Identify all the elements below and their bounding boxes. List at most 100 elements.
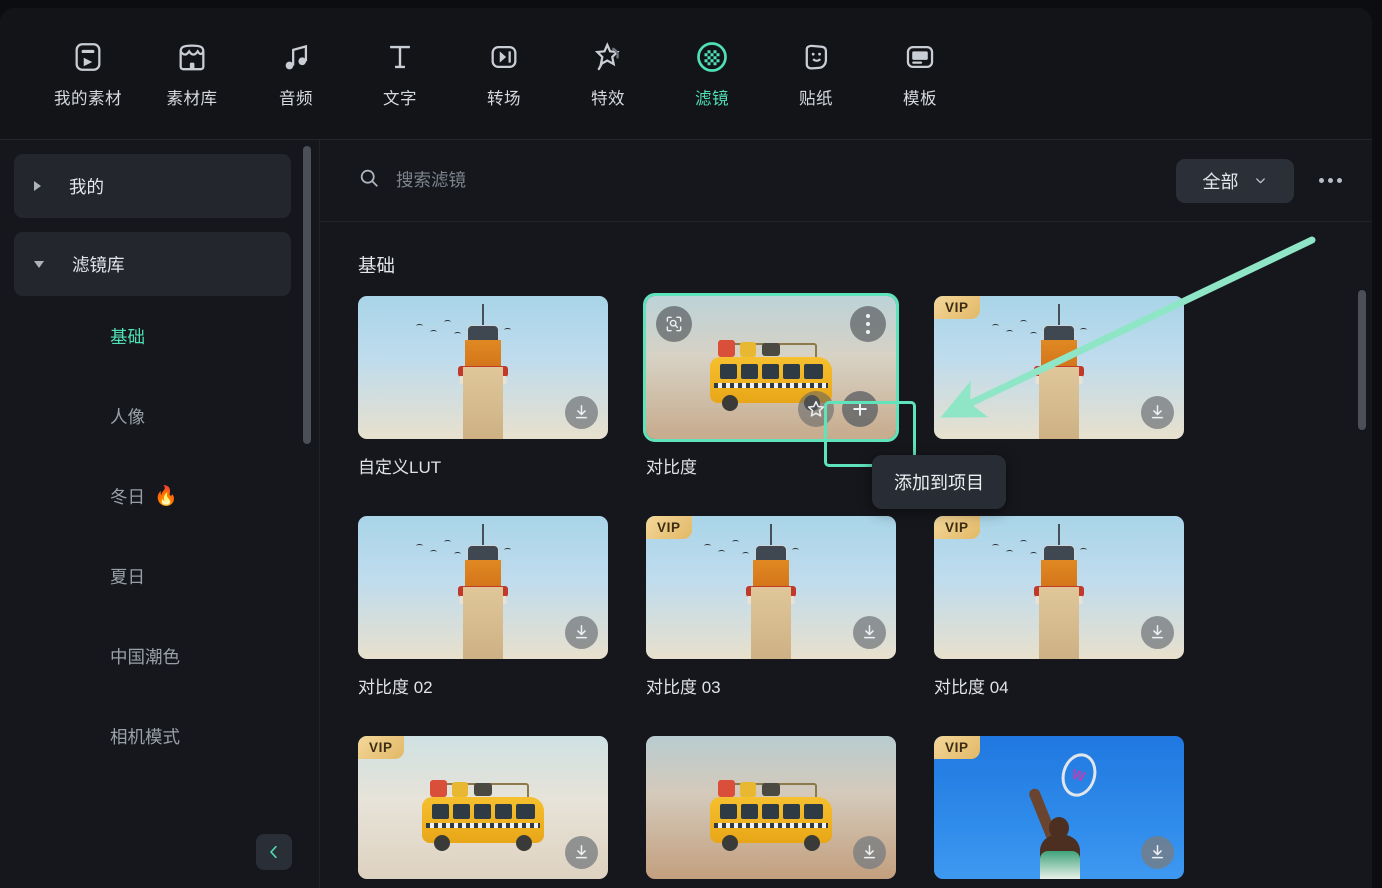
filter-thumbnail[interactable]: VIP [646,516,896,659]
sidebar-item-label: 冬日 [110,484,145,509]
nav-item-label: 转场 [487,85,521,109]
filter-thumbnail[interactable]: VIP [934,516,1184,659]
chevron-down-icon [34,261,44,268]
sidebar-item-summer[interactable]: 夏日 [0,536,319,616]
vip-badge: VIP [934,516,980,539]
filter-card-label: 对比度 02 [358,673,608,698]
sticker-icon [797,38,835,76]
filter-thumbnail[interactable] [646,736,896,879]
sidebar-item-label: 人像 [110,404,145,429]
transition-icon [485,38,523,76]
search-icon [358,167,380,194]
nav-item-label: 文字 [383,85,417,109]
filter-grid: 自定义LUT [358,296,1334,879]
tooltip: 添加到项目 [872,455,1006,509]
download-icon[interactable] [853,616,886,649]
filter-card-selected[interactable]: 对比度 [646,296,896,478]
chevron-right-icon [34,181,41,191]
download-icon[interactable] [565,616,598,649]
nav-item-my-media[interactable]: 我的素材 [36,38,140,109]
nav-item-audio[interactable]: 音频 [244,38,348,109]
vip-badge: VIP [934,296,980,319]
more-horizontal-icon [1337,178,1342,183]
nav-item-label: 音频 [279,85,313,109]
app-window: 我的素材 素材库 音频 [0,8,1372,888]
sidebar-scrollbar[interactable] [303,146,311,444]
filter-card[interactable]: VIP [358,736,608,879]
filter-icon [693,38,731,76]
sidebar-item-china-trend-color[interactable]: 中国潮色 [0,616,319,696]
sidebar-item-portrait[interactable]: 人像 [0,376,319,456]
filter-grid-container: 基础 [320,222,1372,888]
sidebar-group-label: 我的 [69,174,104,199]
filter-thumbnail[interactable]: W VIP [934,736,1184,879]
download-icon[interactable] [565,836,598,869]
media-icon [69,38,107,76]
search-bar: 全部 [320,140,1372,222]
top-navigation-bar: 我的素材 素材库 音频 [0,8,1372,140]
nav-item-text[interactable]: 文字 [348,38,452,109]
filter-dropdown[interactable]: 全部 [1176,159,1294,203]
download-icon[interactable] [1141,396,1174,429]
text-icon [381,38,419,76]
filter-thumbnail[interactable]: VIP [934,296,1184,439]
sidebar-item-basic[interactable]: 基础 [0,296,319,376]
download-icon[interactable] [565,396,598,429]
content-scrollbar[interactable] [1358,290,1366,430]
music-icon [277,38,315,76]
more-vertical-icon[interactable] [850,306,886,342]
add-to-project-button[interactable] [842,391,878,427]
store-icon [173,38,211,76]
filter-card-label: 对比度 [646,453,896,478]
nav-item-label: 模板 [903,85,937,109]
filter-card[interactable]: VIP 对比度 04 [934,516,1184,698]
download-icon[interactable] [1141,616,1174,649]
collapse-sidebar-button[interactable] [256,834,292,870]
nav-item-filter[interactable]: 滤镜 [660,38,764,109]
nav-item-label: 贴纸 [799,85,833,109]
filter-card[interactable]: 对比度 02 [358,516,608,698]
nav-item-store[interactable]: 素材库 [140,38,244,109]
main-panel: 全部 基础 [320,140,1372,888]
nav-item-label: 我的素材 [54,85,122,109]
download-icon[interactable] [1141,836,1174,869]
nav-item-template[interactable]: 模板 [868,38,972,109]
filter-thumbnail[interactable] [358,296,608,439]
filter-card[interactable]: W VIP [934,736,1184,879]
fire-emoji-icon: 🔥 [154,487,178,506]
star-icon[interactable] [798,391,834,427]
filter-card[interactable]: 自定义LUT [358,296,608,478]
more-horizontal-icon [1319,178,1324,183]
sidebar-item-camera-mode[interactable]: 相机模式 [0,696,319,776]
download-icon[interactable] [853,836,886,869]
vip-badge: VIP [358,736,404,759]
nav-item-label: 滤镜 [695,85,729,109]
search-input[interactable] [396,170,1176,191]
filter-thumbnail[interactable]: VIP [358,736,608,879]
chevron-down-icon [1253,173,1268,188]
sidebar-item-label: 基础 [110,324,145,349]
sidebar-item-winter[interactable]: 冬日 🔥 [0,456,319,536]
filter-thumbnail[interactable] [358,516,608,659]
sidebar: 我的 滤镜库 基础 人像 冬日 🔥 夏日 中国潮色 相机模式 [0,140,320,888]
filter-card[interactable] [646,736,896,879]
chevron-left-icon [265,843,283,861]
sidebar-group-mine[interactable]: 我的 [14,154,291,218]
vip-badge: VIP [646,516,692,539]
more-horizontal-icon [1328,178,1333,183]
preview-magnifier-icon[interactable] [656,306,692,342]
plus-icon [850,399,870,419]
effects-icon [589,38,627,76]
nav-item-effects[interactable]: 特效 [556,38,660,109]
filter-thumbnail[interactable] [646,296,896,439]
nav-item-sticker[interactable]: 贴纸 [764,38,868,109]
filter-card[interactable]: VIP [934,296,1184,478]
filter-card-label: 自定义LUT [358,453,608,478]
nav-item-transition[interactable]: 转场 [452,38,556,109]
filter-card[interactable]: VIP 对比度 03 [646,516,896,698]
sidebar-group-filter-library[interactable]: 滤镜库 [14,232,291,296]
filter-dropdown-label: 全部 [1203,168,1239,194]
sidebar-item-label: 中国潮色 [110,644,180,669]
overflow-menu-button[interactable] [1310,161,1350,201]
section-title: 基础 [358,252,1334,278]
